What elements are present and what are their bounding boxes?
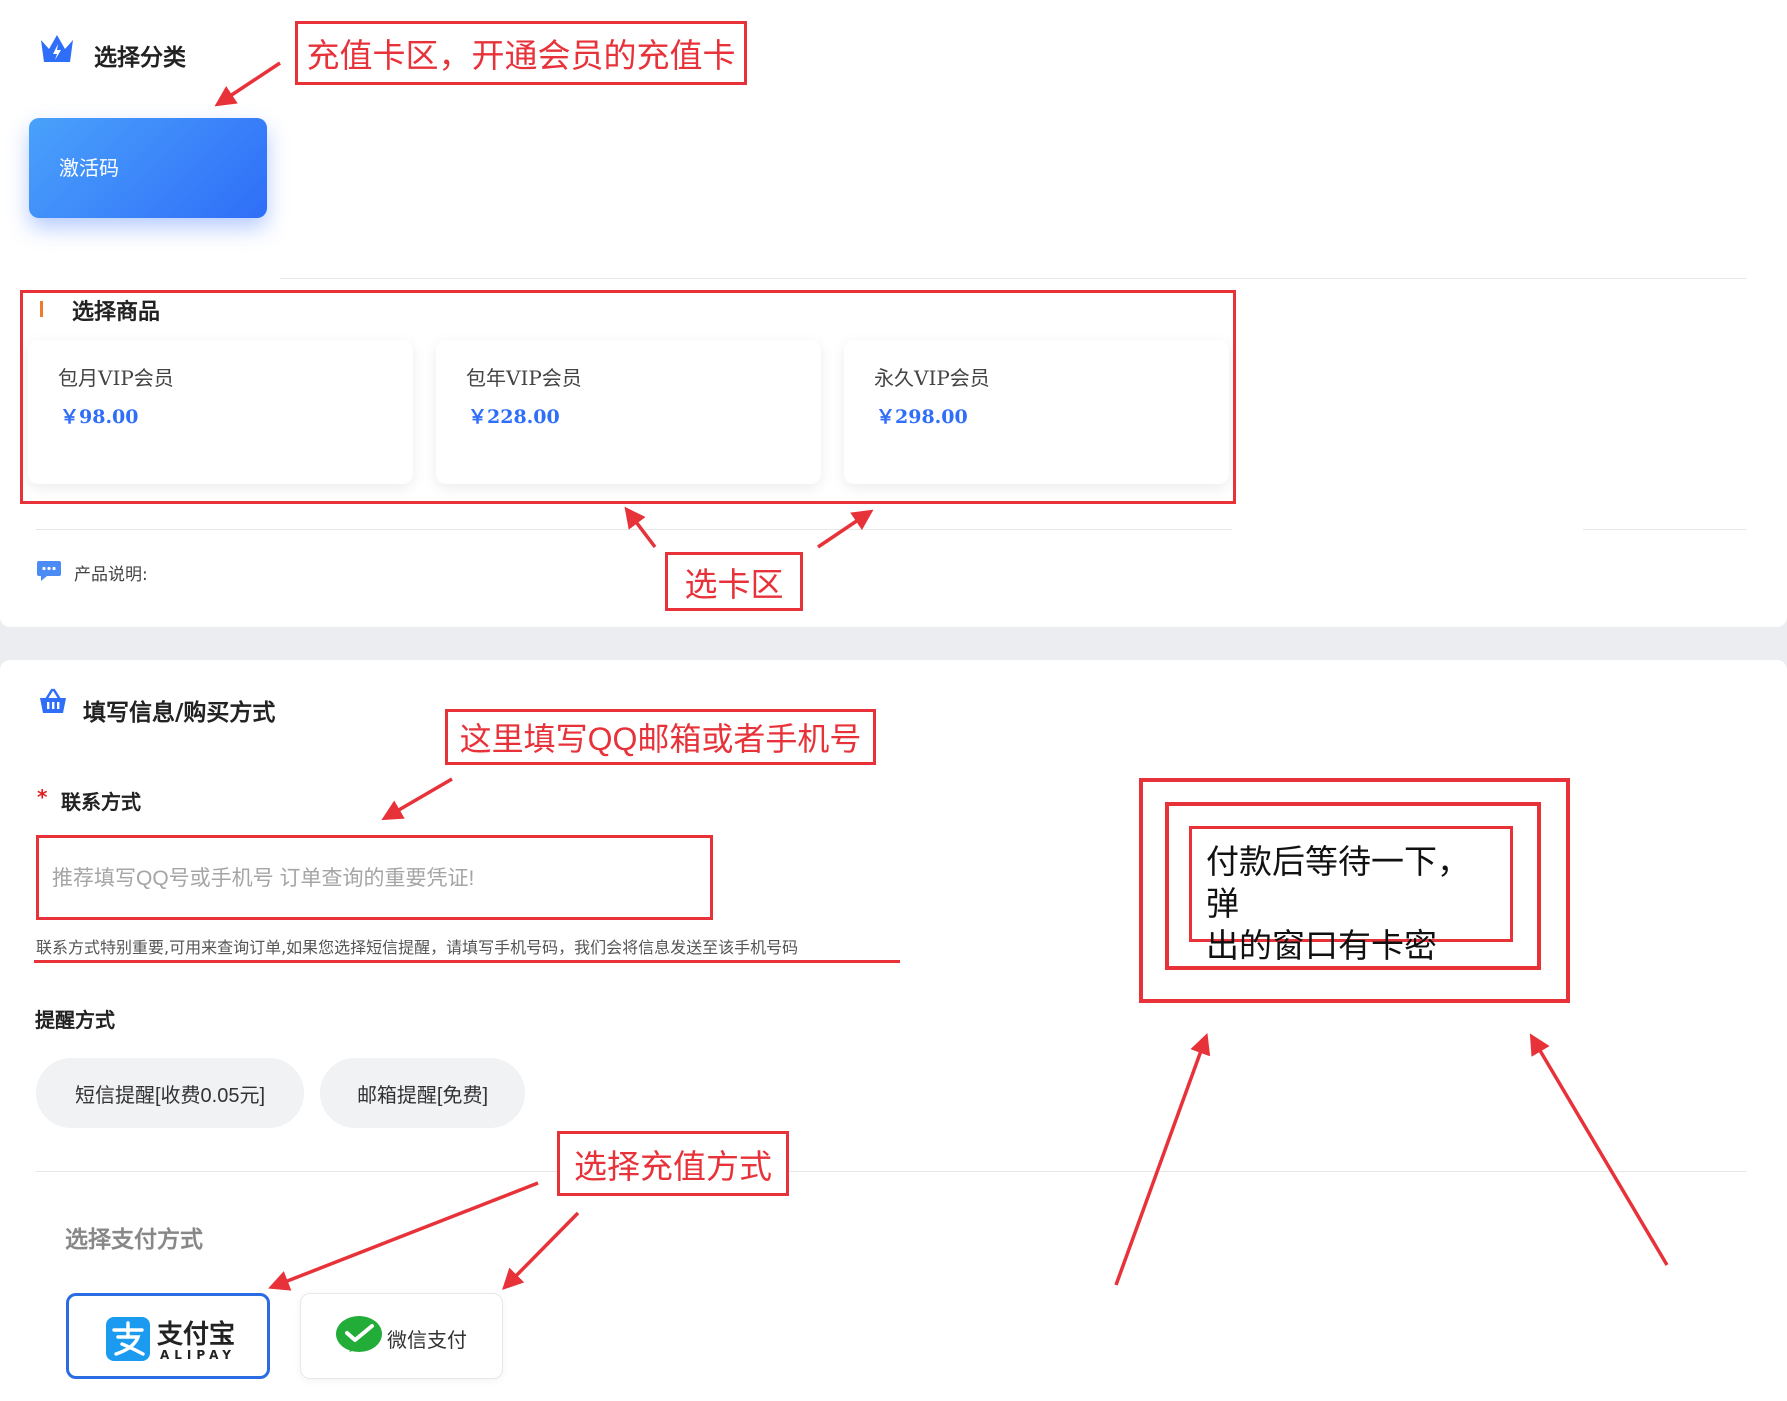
annotation-after-payment: 付款后等待一下，弹 出的窗口有卡密: [1189, 826, 1513, 964]
email-remind-option[interactable]: 邮箱提醒[免费]: [320, 1058, 525, 1128]
divider: [280, 278, 1746, 279]
alipay-logo-icon: [106, 1317, 150, 1361]
order-section-title: 填写信息/购买方式: [83, 700, 276, 726]
annotation-card-area: 选卡区: [665, 552, 803, 611]
divider: [36, 529, 1232, 530]
sms-remind-option[interactable]: 短信提醒[收费0.05元]: [36, 1058, 304, 1128]
annotation-recharge-area: 充值卡区，开通会员的充值卡: [295, 21, 747, 85]
order-panel: [0, 660, 1787, 1401]
annotation-after-payment-line-2: 出的窗口有卡密: [1206, 927, 1437, 964]
divider: [36, 1171, 1746, 1172]
annotation-after-payment-line-1: 付款后等待一下，弹: [1206, 843, 1470, 922]
wechat-pay-name: 微信支付: [387, 1328, 467, 1352]
annotation-contact-input-outline: [36, 835, 713, 920]
chat-bubble-icon: [37, 561, 61, 581]
remind-method-label: 提醒方式: [35, 1008, 115, 1032]
wechat-pay-option[interactable]: 微信支付: [300, 1293, 503, 1379]
hint-underline-annotation: [34, 960, 900, 963]
payment-method-title: 选择支付方式: [65, 1227, 203, 1253]
required-mark: *: [37, 785, 48, 809]
category-card-label: 激活码: [59, 156, 119, 180]
contact-label: 联系方式: [61, 790, 141, 814]
divider: [1583, 529, 1746, 530]
wechat-pay-logo-icon: [336, 1316, 382, 1352]
annotation-card-area-outline: [20, 290, 1236, 504]
product-description-label: 产品说明:: [74, 565, 148, 585]
crown-icon: [41, 35, 73, 62]
shopping-basket-icon: [40, 688, 66, 713]
alipay-name: 支付宝: [157, 1320, 236, 1350]
annotation-choose-payment: 选择充值方式: [557, 1131, 789, 1196]
alipay-option[interactable]: 支付宝 ALIPAY: [66, 1293, 270, 1379]
category-section-title: 选择分类: [94, 45, 186, 71]
annotation-fill-contact: 这里填写QQ邮箱或者手机号: [445, 709, 876, 765]
contact-hint: 联系方式特别重要,可用来查询订单,如果您选择短信提醒，请填写手机号码，我们会将信…: [36, 938, 799, 957]
alipay-sub: ALIPAY: [160, 1348, 236, 1362]
category-card-activation-code[interactable]: 激活码: [29, 118, 267, 218]
